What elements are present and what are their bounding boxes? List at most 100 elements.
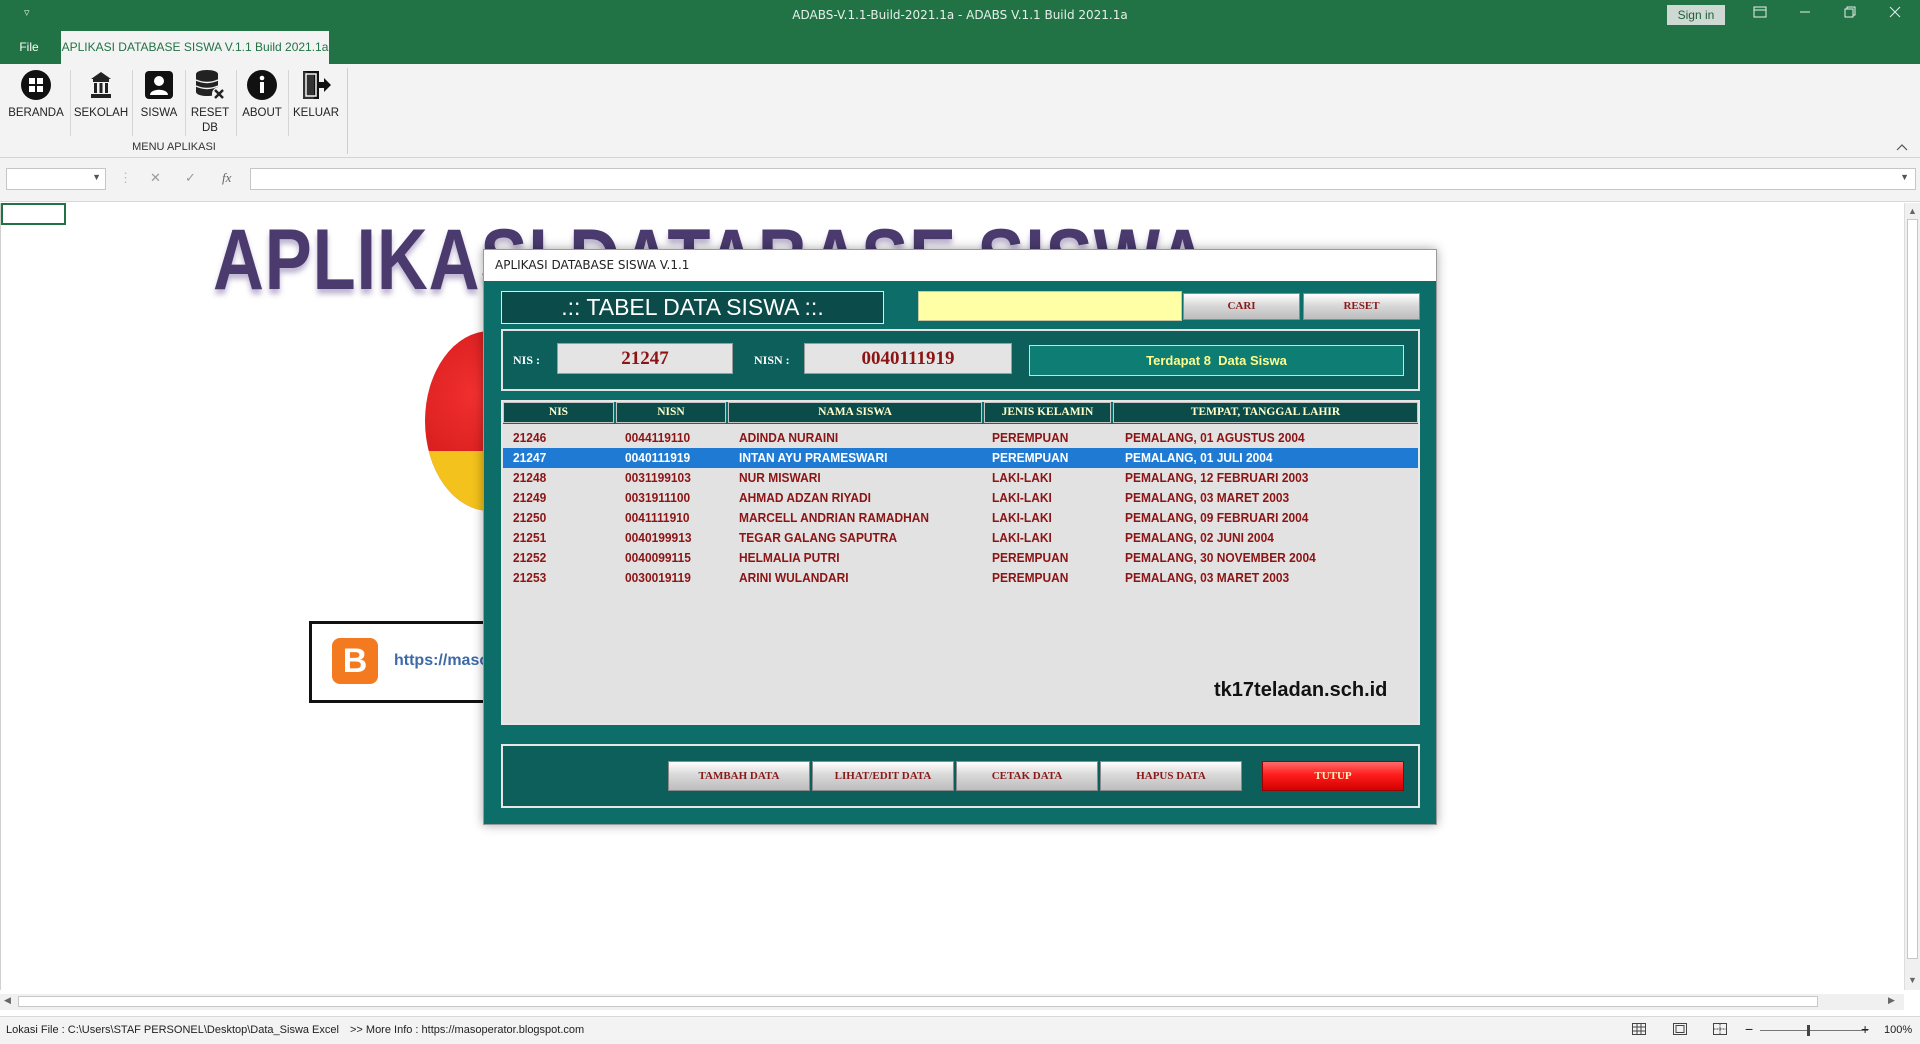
about-button[interactable]: ABOUT — [240, 68, 284, 121]
data-siswa-dialog: APLIKASI DATABASE SISWA V.1.1 .:: TABEL … — [483, 249, 1437, 825]
cell-jenis-kelamin: LAKI-LAKI — [992, 490, 1052, 505]
cetak-data-button[interactable]: CETAK DATA — [956, 761, 1098, 791]
cell-nisn: 0040199913 — [625, 530, 692, 545]
cell-jenis-kelamin: PEREMPUAN — [992, 430, 1069, 445]
sekolah-button[interactable]: SEKOLAH — [73, 68, 129, 121]
close-icon[interactable] — [1883, 5, 1907, 21]
cell-nis: 21249 — [513, 490, 547, 505]
restore-icon[interactable] — [1838, 5, 1862, 21]
table-row[interactable]: 21246 0044119110 ADINDA NURAINI PEREMPUAN PE… — [503, 428, 1418, 448]
table-row[interactable]: 21250 0041111910 MARCELL ANDRIAN RAMADHAN L… — [503, 508, 1418, 528]
normal-view-icon[interactable] — [1632, 1023, 1646, 1038]
scroll-left-icon[interactable]: ◀ — [4, 995, 11, 1006]
zoom-slider[interactable] — [1760, 1030, 1868, 1031]
reset-button[interactable]: RESET — [1303, 293, 1420, 320]
tambah-data-button[interactable]: TAMBAH DATA — [668, 761, 810, 791]
tutup-button[interactable]: TUTUP — [1262, 761, 1404, 791]
nisn-field[interactable]: 0040111919 — [804, 343, 1012, 374]
nis-label: NIS : — [513, 353, 541, 367]
cell-nisn: 0030019119 — [625, 570, 691, 585]
reset-db-button[interactable]: RESET DB — [188, 68, 232, 136]
scroll-up-icon[interactable]: ▲ — [1908, 206, 1917, 216]
page-break-preview-icon[interactable] — [1713, 1023, 1727, 1038]
search-input[interactable] — [918, 291, 1182, 321]
record-count-label: Terdapat 8 Data Siswa — [1029, 345, 1404, 376]
name-box[interactable]: ▼ — [6, 168, 106, 190]
cell-nis: 21252 — [513, 550, 547, 565]
insert-function-icon[interactable]: fx — [222, 170, 231, 186]
tab-aplikasi[interactable]: APLIKASI DATABASE SISWA V.1.1 Build 2021… — [61, 31, 329, 64]
minimize-icon[interactable] — [1793, 5, 1817, 21]
beranda-button[interactable]: BERANDA — [6, 68, 66, 121]
table-row[interactable]: 21253 0030019119 ARINI WULANDARI PEREMPUAN P… — [503, 568, 1418, 588]
table-row[interactable]: 21252 0040099115 HELMALIA PUTRI PEREMPUAN PE… — [503, 548, 1418, 568]
siswa-button[interactable]: SISWA — [136, 68, 182, 121]
cell-nis: 21251 — [513, 530, 547, 545]
info-icon — [245, 68, 279, 102]
horizontal-scroll-thumb[interactable] — [18, 996, 1818, 1007]
cell-nis: 21246 — [513, 430, 547, 445]
keluar-button[interactable]: KELUAR — [292, 68, 340, 121]
vertical-scrollbar[interactable]: ▲ ▼ — [1904, 203, 1920, 990]
collapse-ribbon-icon[interactable] — [1896, 142, 1908, 154]
scroll-right-icon[interactable]: ▶ — [1888, 995, 1895, 1006]
cell-nisn: 0044119110 — [625, 430, 691, 445]
beranda-label: BERANDA — [8, 107, 64, 119]
sign-in-button[interactable]: Sign in — [1667, 5, 1725, 25]
column-header-ttl[interactable]: TEMPAT, TANGGAL LAHIR — [1113, 402, 1418, 423]
cell-jenis-kelamin: PEREMPUAN — [992, 450, 1069, 465]
lihat-edit-data-button[interactable]: LIHAT/EDIT DATA — [812, 761, 954, 791]
scroll-down-icon[interactable]: ▼ — [1908, 975, 1917, 985]
formula-input[interactable]: ▼ — [250, 168, 1916, 190]
cell-jenis-kelamin: LAKI-LAKI — [992, 470, 1052, 485]
cell-jenis-kelamin: LAKI-LAKI — [992, 530, 1052, 545]
blog-link-box[interactable]: B https://masoperator.blogspot.com — [309, 621, 653, 703]
cell-nisn: 0031199103 — [625, 470, 691, 485]
formula-bar: ▼ ⋮ ✕ ✓ fx ▼ — [0, 158, 1920, 202]
student-table[interactable]: NIS NISN NAMA SISWA JENIS KELAMIN TEMPAT… — [501, 400, 1420, 725]
cell-nama: AHMAD ADZAN RIYADI — [739, 490, 872, 505]
table-title: .:: TABEL DATA SISWA ::. — [501, 291, 884, 324]
zoom-slider-thumb[interactable] — [1807, 1025, 1810, 1036]
zoom-out-icon[interactable]: − — [1745, 1021, 1753, 1037]
cell-nama: HELMALIA PUTRI — [739, 550, 840, 565]
cell-nama: MARCELL ANDRIAN RAMADHAN — [739, 510, 930, 525]
database-reset-icon — [193, 68, 227, 102]
cell-ttl: PEMALANG, 09 FEBRUARI 2004 — [1125, 510, 1309, 525]
ribbon-separator — [132, 70, 133, 136]
table-row[interactable]: 21251 0040199913 TEGAR GALANG SAPUTRA LAKI-… — [503, 528, 1418, 548]
keluar-label: KELUAR — [292, 107, 340, 119]
column-header-nama[interactable]: NAMA SISWA — [728, 402, 982, 423]
zoom-level[interactable]: 100% — [1884, 1024, 1912, 1036]
hapus-data-button[interactable]: HAPUS DATA — [1100, 761, 1242, 791]
cell-nisn: 0031911100 — [625, 490, 691, 505]
ribbon-separator — [288, 70, 289, 136]
cell-nisn: 0040099115 — [625, 550, 691, 565]
cell-jenis-kelamin: PEREMPUAN — [992, 570, 1069, 585]
selected-cell[interactable] — [1, 203, 66, 225]
column-header-jenis-kelamin[interactable]: JENIS KELAMIN — [984, 402, 1111, 423]
enter-icon[interactable]: ✓ — [185, 170, 196, 186]
column-header-nisn[interactable]: NISN — [616, 402, 726, 423]
nis-field[interactable]: 21247 — [557, 343, 733, 374]
zoom-in-icon[interactable]: + — [1861, 1021, 1869, 1037]
student-icon — [142, 68, 176, 102]
tab-file[interactable]: File — [12, 31, 46, 64]
table-row[interactable]: 21249 0031911100 AHMAD ADZAN RIYADI LAKI-LA… — [503, 488, 1418, 508]
table-row[interactable]: 21247 0040111919 INTAN AYU PRAMESWARI PEREM… — [503, 448, 1418, 468]
cancel-icon[interactable]: ✕ — [150, 170, 161, 186]
table-row[interactable]: 21248 0031199103 NUR MISWARI LAKI-LAKI PEMAL… — [503, 468, 1418, 488]
cari-button[interactable]: CARI — [1183, 293, 1300, 320]
info-panel: NIS : 21247 NISN : 0040111919 Terdapat 8… — [501, 329, 1420, 391]
vertical-scroll-thumb[interactable] — [1907, 219, 1918, 959]
ribbon-separator — [70, 70, 71, 136]
sekolah-label: SEKOLAH — [73, 107, 129, 119]
cell-nis: 21250 — [513, 510, 547, 525]
page-layout-icon[interactable] — [1673, 1023, 1687, 1038]
file-path-text: Lokasi File : C:\Users\STAF PERSONEL\Des… — [6, 1024, 339, 1036]
column-header-nis[interactable]: NIS — [503, 402, 614, 423]
horizontal-scrollbar[interactable]: ◀ ▶ — [0, 994, 1904, 1010]
ribbon-display-options-icon[interactable] — [1748, 5, 1772, 21]
cell-nis: 21247 — [513, 450, 547, 465]
cell-jenis-kelamin: LAKI-LAKI — [992, 510, 1052, 525]
